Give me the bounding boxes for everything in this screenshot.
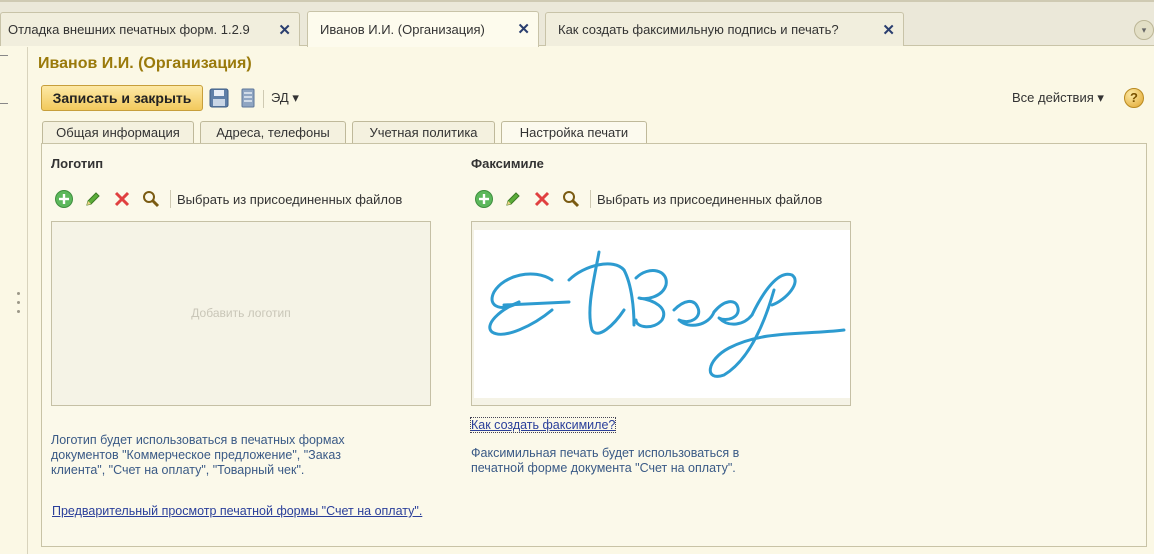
add-icon[interactable] (54, 189, 74, 209)
tab-accounting-policy[interactable]: Учетная политика (352, 121, 495, 144)
logo-select-from-attached-button[interactable]: Выбрать из присоединенных файлов (177, 192, 402, 207)
form-title: Иванов И.И. (Организация) (38, 55, 252, 72)
facsimile-section-title: Факсимиле (471, 156, 544, 171)
search-icon[interactable] (561, 189, 581, 209)
splitter-handle[interactable] (17, 292, 21, 320)
panel-tick (0, 55, 8, 56)
panel-tick (0, 103, 8, 104)
logo-image-area[interactable]: Добавить логотип (51, 221, 431, 406)
window-tab-strip: Отладка внешних печатных форм. 1.2.9 ✕ И… (0, 0, 1154, 47)
delete-icon[interactable] (532, 189, 552, 209)
edit-pencil-icon[interactable] (503, 189, 523, 209)
toolbar-separator (263, 90, 264, 108)
facsimile-toolbar: Выбрать из присоединенных файлов (474, 188, 822, 210)
tab-print-settings[interactable]: Настройка печати (501, 121, 647, 145)
help-icon[interactable]: ? (1124, 88, 1144, 108)
window-tab-organization[interactable]: Иванов И.И. (Организация) ✕ (307, 11, 539, 47)
tab-list-dropdown-icon[interactable]: ▾ (1134, 20, 1154, 40)
facsimile-note-line: Факсимильная печать будет использоваться… (471, 446, 740, 460)
document-list-icon[interactable] (237, 87, 259, 109)
tab-addresses-phones[interactable]: Адреса, телефоны (200, 121, 346, 144)
facsimile-select-from-attached-button[interactable]: Выбрать из присоединенных файлов (597, 192, 822, 207)
window-tab-label: Отладка внешних печатных форм. 1.2.9 (8, 22, 250, 37)
signature-image (474, 230, 850, 398)
tab-strip-top-border (0, 0, 1154, 2)
how-to-create-facsimile-link[interactable]: Как создать факсимиле? (469, 417, 617, 433)
logo-note: Логотип будет использоваться в печатных … (51, 433, 431, 478)
logo-note-line: клиента", "Счет на оплату", "Товарный че… (51, 463, 305, 477)
logo-section-title: Логотип (51, 156, 104, 171)
search-icon[interactable] (141, 189, 161, 209)
facsimile-note-line: печатной форме документа "Счет на оплату… (471, 461, 736, 475)
facsimile-note: Факсимильная печать будет использоваться… (471, 446, 851, 476)
edit-pencil-icon[interactable] (83, 189, 103, 209)
delete-icon[interactable] (112, 189, 132, 209)
logo-toolbar: Выбрать из присоединенных файлов (54, 188, 402, 210)
close-icon[interactable]: ✕ (882, 21, 895, 39)
facsimile-image-area[interactable] (471, 221, 851, 406)
ed-menu-button[interactable]: ЭД ▾ (271, 90, 299, 106)
all-actions-button[interactable]: Все действия ▾ (1012, 90, 1104, 106)
logo-note-line: документов "Коммерческое предложение", "… (51, 448, 341, 462)
preview-invoice-link[interactable]: Предварительный просмотр печатной формы … (52, 504, 422, 518)
left-panel-edge (0, 47, 28, 554)
tab-general-info[interactable]: Общая информация (42, 121, 194, 144)
window-tab-facsimile-help[interactable]: Как создать факсимильную подпись и печат… (545, 12, 904, 46)
logo-placeholder: Добавить логотип (191, 306, 291, 320)
save-and-close-button[interactable]: Записать и закрыть (41, 85, 203, 111)
logo-note-line: Логотип будет использоваться в печатных … (51, 433, 345, 447)
window-tab-label: Как создать факсимильную подпись и печат… (558, 22, 839, 37)
window-tab-label: Иванов И.И. (Организация) (320, 22, 485, 37)
toolbar-separator (590, 190, 591, 208)
toolbar-separator (170, 190, 171, 208)
add-icon[interactable] (474, 189, 494, 209)
close-icon[interactable]: ✕ (278, 21, 291, 39)
close-icon[interactable]: ✕ (517, 20, 530, 38)
floppy-disk-icon[interactable] (208, 87, 230, 109)
window-tab-debug-forms[interactable]: Отладка внешних печатных форм. 1.2.9 ✕ (0, 12, 300, 46)
